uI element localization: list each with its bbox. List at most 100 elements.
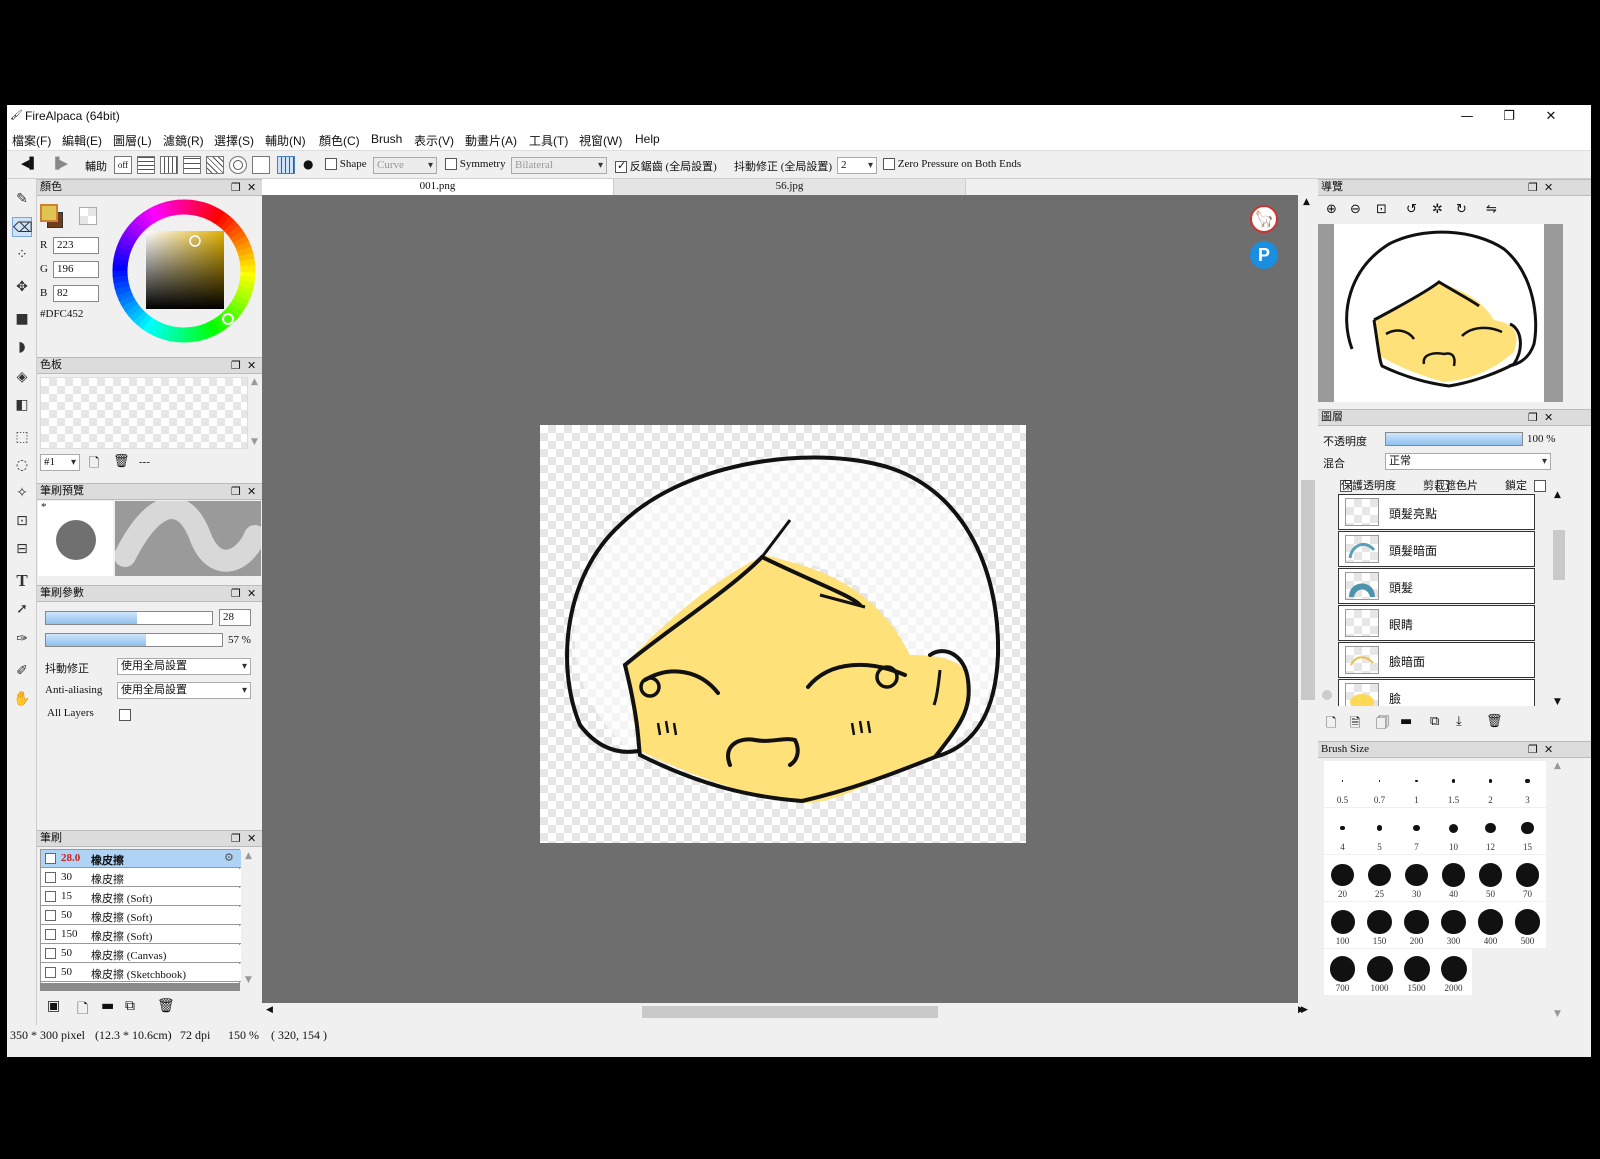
- float-icon[interactable]: ❐: [231, 831, 241, 846]
- canvas-area[interactable]: 🦙 P: [262, 195, 1298, 1003]
- eyedropper-tool-icon[interactable]: ✐: [12, 661, 32, 681]
- primary-color-swatch[interactable]: [40, 204, 58, 222]
- brush-size-cell[interactable]: 1: [1398, 761, 1435, 807]
- close-icon[interactable]: ✕: [247, 586, 256, 601]
- operation-tool-icon[interactable]: ➚: [12, 599, 32, 619]
- close-icon[interactable]: ✕: [1544, 742, 1553, 757]
- symmetry-toggle[interactable]: Symmetry: [445, 158, 506, 171]
- layer-row[interactable]: 頭髮暗面: [1338, 531, 1535, 567]
- duplicate-brush-icon[interactable]: ⧉: [125, 998, 135, 1014]
- brush-settings-icon[interactable]: ⚙: [224, 851, 234, 864]
- gradient-tool-icon[interactable]: ◧: [12, 395, 32, 415]
- brush-save-icon[interactable]: ▣: [47, 998, 60, 1014]
- scroll-up-icon[interactable]: ▲: [251, 377, 258, 387]
- tab-001-png[interactable]: 001.png: [262, 179, 614, 195]
- restore-button[interactable]: ❐: [1489, 107, 1529, 127]
- new-layer-8bit-icon[interactable]: 🗎: [1350, 714, 1360, 736]
- dot-tool-icon[interactable]: ⁘: [12, 245, 32, 265]
- brush-row[interactable]: 150 橡皮擦 (Soft): [41, 926, 241, 944]
- text-tool-icon[interactable]: T: [12, 571, 32, 591]
- all-layers-checkbox[interactable]: [119, 709, 131, 722]
- transparent-color-swatch[interactable]: [79, 207, 97, 225]
- close-icon[interactable]: ✕: [247, 484, 256, 499]
- new-palette-icon[interactable]: 🗋: [89, 454, 99, 476]
- brush-size-cell[interactable]: 0.5: [1324, 761, 1361, 807]
- brush-folder-icon[interactable]: ▬: [101, 998, 114, 1014]
- magic-wand-icon[interactable]: ✧: [12, 483, 32, 503]
- layer-scroll-thumb[interactable]: [1553, 530, 1565, 580]
- lasso-select-icon[interactable]: ◌: [12, 455, 32, 475]
- symmetry-checkbox[interactable]: [445, 158, 457, 171]
- bucket-tool-icon[interactable]: ◈: [12, 367, 32, 387]
- reset-rotation-icon[interactable]: ✲: [1432, 202, 1443, 217]
- scroll-up-icon[interactable]: ▲: [245, 851, 252, 861]
- scroll-down-icon[interactable]: ▼: [1554, 1009, 1561, 1019]
- zoom-out-icon[interactable]: ⊖: [1350, 202, 1361, 217]
- pen-tool-icon[interactable]: ✎: [12, 189, 32, 209]
- brush-size-cell[interactable]: 0.7: [1361, 761, 1398, 807]
- canvas-vscroll[interactable]: ▲: [1298, 195, 1318, 1003]
- brush-size-cell[interactable]: 10: [1435, 808, 1472, 854]
- rotate-right-icon[interactable]: ↻: [1456, 202, 1467, 217]
- menu-color[interactable]: 顏色(C): [319, 132, 360, 149]
- rotate-left-icon[interactable]: ↺: [1406, 202, 1417, 217]
- select-pen-icon[interactable]: ⊡: [12, 511, 32, 531]
- float-icon[interactable]: ❐: [231, 484, 241, 499]
- menu-animation[interactable]: 動畫片(A): [465, 132, 517, 149]
- brush-size-cell[interactable]: 12: [1472, 808, 1509, 854]
- menu-brush[interactable]: Brush: [371, 132, 402, 146]
- snap-perspective-icon[interactable]: [206, 156, 224, 174]
- drawing-canvas[interactable]: [540, 425, 1026, 843]
- float-icon[interactable]: ❐: [1528, 742, 1538, 757]
- hscroll-thumb[interactable]: [642, 1006, 938, 1018]
- duplicate-layer-icon[interactable]: ⧉: [1430, 714, 1439, 729]
- zero-pressure-checkbox[interactable]: [883, 158, 895, 171]
- alpaca-icon[interactable]: 🦙: [1250, 205, 1278, 233]
- brush-row[interactable]: 15 橡皮擦 (Soft): [41, 888, 241, 906]
- snap-parallel-icon[interactable]: [137, 156, 155, 174]
- close-icon[interactable]: ✕: [1544, 410, 1553, 425]
- g-input[interactable]: 196: [53, 261, 99, 278]
- brush-checkbox[interactable]: [45, 853, 56, 864]
- scroll-up-icon[interactable]: ▲: [1554, 490, 1561, 500]
- shape-toggle[interactable]: Shape: [325, 158, 367, 171]
- new-layer-1bit-icon[interactable]: 🗍: [1376, 714, 1389, 736]
- menu-view[interactable]: 表示(V): [414, 132, 454, 149]
- rect-select-icon[interactable]: ⬚: [12, 427, 32, 447]
- scroll-down-icon[interactable]: ▼: [251, 437, 258, 447]
- delete-palette-icon[interactable]: 🗑: [113, 454, 130, 469]
- new-layer-icon[interactable]: 🗋: [1326, 714, 1336, 736]
- layer-row[interactable]: 頭髮: [1338, 568, 1535, 604]
- brush-size-cell[interactable]: 1000: [1361, 949, 1398, 995]
- brush-checkbox[interactable]: [45, 929, 56, 940]
- brush-size-cell[interactable]: 400: [1472, 902, 1509, 948]
- brush-size-cell[interactable]: 7: [1398, 808, 1435, 854]
- menu-file[interactable]: 檔案(F): [12, 132, 51, 149]
- menu-edit[interactable]: 編輯(E): [62, 132, 102, 149]
- brush-row[interactable]: 30 橡皮擦: [41, 869, 241, 887]
- brush-checkbox[interactable]: [45, 891, 56, 902]
- flip-icon[interactable]: ⇋: [1486, 202, 1497, 217]
- fill-lasso-icon[interactable]: ◗: [12, 337, 32, 357]
- layer-row[interactable]: 頭髮亮點: [1338, 494, 1535, 530]
- brush-size-cell[interactable]: 150: [1361, 902, 1398, 948]
- brush-checkbox[interactable]: [45, 872, 56, 883]
- prev-frame-icon[interactable]: ◀▌: [21, 157, 38, 170]
- layer-visibility-icon[interactable]: [1322, 690, 1332, 700]
- brush-size-input[interactable]: 28: [219, 609, 251, 626]
- r-input[interactable]: 223: [53, 237, 99, 254]
- scroll-up-icon[interactable]: ▲: [1554, 761, 1561, 771]
- layer-row[interactable]: 臉: [1338, 679, 1535, 706]
- brush-size-slider[interactable]: [45, 611, 213, 625]
- brush-size-cell[interactable]: 2000: [1435, 949, 1472, 995]
- snap-grid-icon[interactable]: [160, 156, 178, 174]
- scroll-down-icon[interactable]: ▼: [1554, 697, 1561, 707]
- brush-row[interactable]: 50 橡皮擦 (Soft): [41, 907, 241, 925]
- float-icon[interactable]: ❐: [231, 180, 241, 195]
- float-icon[interactable]: ❐: [231, 358, 241, 373]
- snap-lines-icon[interactable]: [183, 156, 201, 174]
- brush-antialias-select[interactable]: 使用全局設置: [117, 682, 251, 699]
- layer-row[interactable]: 臉暗面: [1338, 642, 1535, 678]
- close-icon[interactable]: ✕: [247, 831, 256, 846]
- snap-curve-icon[interactable]: [252, 156, 270, 174]
